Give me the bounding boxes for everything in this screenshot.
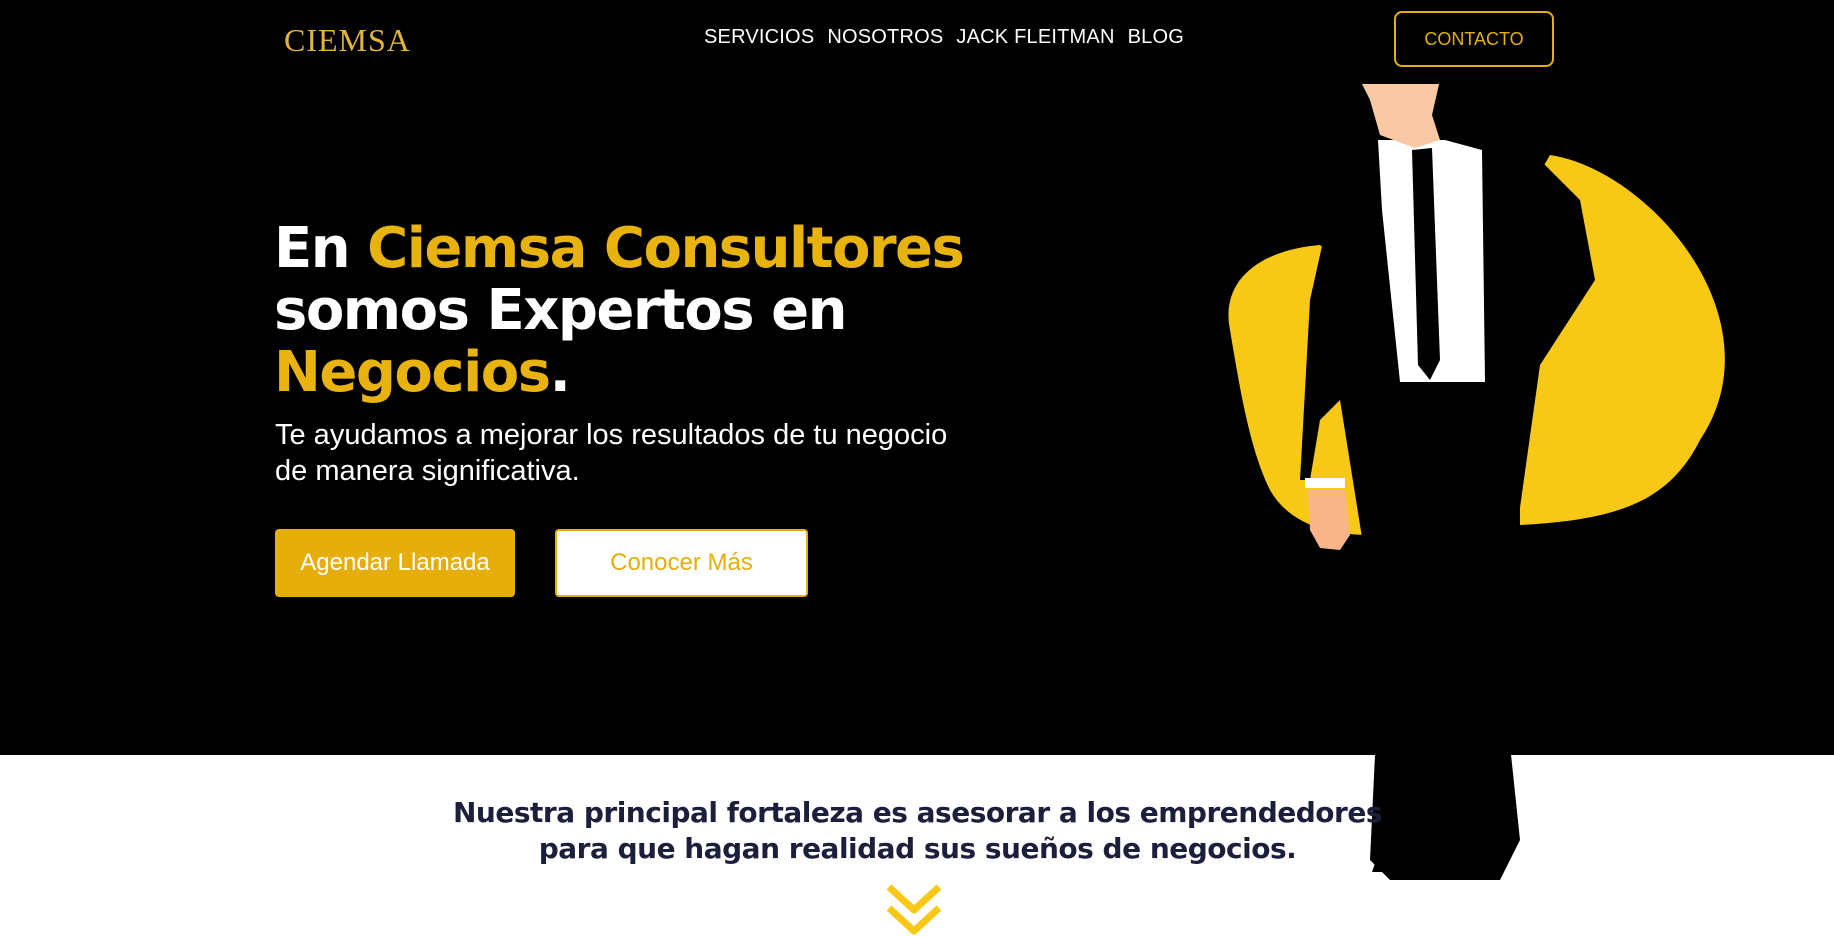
headline-part: somos Expertos en [274, 278, 847, 343]
learn-more-button[interactable]: Conocer Más [555, 529, 808, 597]
nav-item-jack-fleitman[interactable]: JACK FLEITMAN [956, 26, 1114, 49]
hand [1308, 490, 1350, 550]
headline-period: . [549, 340, 571, 405]
hero-subtitle: Te ayudamos a mejorar los resultados de … [275, 417, 1055, 489]
subtitle-line: de manera significativa. [275, 455, 580, 487]
headline-highlight: Ciemsa Consultores [367, 216, 965, 281]
nav-item-servicios[interactable]: SERVICIOS [704, 26, 814, 49]
statement-line: para que hagan realidad sus sueños de ne… [538, 832, 1297, 865]
businessman-illustration [1228, 78, 1725, 880]
hero-headline: En Ciemsa Consultores somos Expertos en … [274, 216, 965, 405]
headline-part: En [274, 216, 368, 281]
nav-item-blog[interactable]: BLOG [1128, 26, 1184, 49]
double-chevron-down-icon[interactable] [884, 882, 944, 937]
mission-statement: Nuestra principal fortaleza es asesorar … [360, 795, 1475, 867]
statement-line: Nuestra principal fortaleza es asesorar … [453, 796, 1382, 829]
hat [1360, 78, 1445, 84]
subtitle-line: Te ayudamos a mejorar los resultados de … [275, 419, 948, 451]
face [1360, 80, 1440, 148]
cuff [1305, 478, 1345, 488]
nav-item-nosotros[interactable]: NOSOTROS [827, 26, 943, 49]
contact-button[interactable]: CONTACTO [1394, 11, 1554, 67]
headline-highlight: Negocios [274, 340, 551, 405]
logo[interactable]: CIEMSA [284, 22, 411, 59]
main-nav: SERVICIOS NOSOTROS JACK FLEITMAN BLOG [704, 26, 1184, 49]
schedule-call-button[interactable]: Agendar Llamada [275, 529, 515, 597]
